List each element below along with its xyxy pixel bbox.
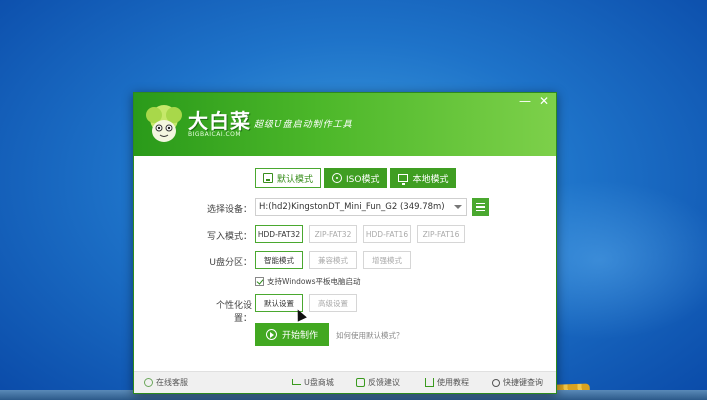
partition-enhanced-mode[interactable]: 增强模式 [363, 251, 411, 269]
menu-icon-line [476, 209, 485, 212]
tab-default-mode[interactable]: 默认模式 [255, 168, 322, 188]
book-icon [425, 378, 434, 387]
chevron-down-icon [454, 205, 462, 209]
partition-label: U盘分区： [209, 258, 252, 268]
tab-iso-mode-label: ISO模式 [346, 174, 380, 185]
search-icon [492, 378, 500, 387]
footer-bar: 在线客服 U盘商城 反馈建议 使用教程 快捷键查询 [134, 371, 556, 393]
device-select-value: H:(hd2)KingstonDT_Mini_Fun_G2 (349.78m) [259, 202, 445, 212]
online-service-link[interactable]: 在线客服 [144, 377, 188, 388]
app-window: 大白菜 BIGBAICAI.COM 超级U盘启动制作工具 — ✕ 默认模式 IS… [133, 92, 557, 394]
cart-icon [292, 378, 301, 385]
start-button[interactable]: 开始制作 [255, 323, 329, 346]
checkbox-checked-icon[interactable] [255, 277, 264, 286]
menu-icon [476, 202, 485, 205]
personalize-advanced[interactable]: 高级设置 [309, 294, 357, 312]
write-mode-hdd-fat32[interactable]: HDD-FAT32 [255, 225, 303, 243]
partition-smart-mode[interactable]: 智能模式 [255, 251, 303, 269]
tab-local-mode[interactable]: 本地模式 [390, 168, 457, 188]
shortcut-label: 快捷键查询 [503, 378, 543, 387]
device-select[interactable]: H:(hd2)KingstonDT_Mini_Fun_G2 (349.78m) [255, 198, 467, 216]
cabbage-mascot-logo [146, 105, 182, 142]
tab-iso-mode[interactable]: ISO模式 [324, 168, 388, 188]
write-mode-zip-fat32[interactable]: ZIP-FAT32 [309, 225, 357, 243]
device-menu-button[interactable] [472, 198, 489, 216]
online-service-icon [144, 378, 153, 387]
write-mode-label: 写入模式： [206, 232, 252, 242]
tutorial-link[interactable]: 使用教程 [425, 377, 469, 388]
computer-icon [398, 174, 409, 185]
device-label: 选择设备： [206, 205, 252, 215]
windows-tablet-boot-option[interactable]: 支持Windows平板电脑启动 [255, 276, 360, 287]
tutorial-label: 使用教程 [437, 378, 469, 387]
mode-tabs: 默认模式 ISO模式 本地模式 [255, 168, 457, 188]
windows-tablet-boot-label: 支持Windows平板电脑启动 [267, 277, 361, 286]
feedback-icon [356, 378, 365, 387]
feedback-link[interactable]: 反馈建议 [356, 377, 400, 388]
menu-icon-line [476, 206, 485, 208]
play-icon [265, 329, 277, 340]
cd-icon [332, 173, 343, 183]
title-bar[interactable]: 大白菜 BIGBAICAI.COM 超级U盘启动制作工具 — ✕ [134, 93, 556, 156]
online-service-label: 在线客服 [156, 378, 188, 387]
mouse-cursor-icon [293, 307, 307, 322]
write-mode-hdd-fat16[interactable]: HDD-FAT16 [363, 225, 411, 243]
brand-title: 大白菜 [188, 109, 251, 133]
partition-compat-mode[interactable]: 兼容模式 [309, 251, 357, 269]
brand-slogan: 超级U盘启动制作工具 [254, 120, 353, 130]
tab-default-mode-label: 默认模式 [277, 174, 314, 185]
usb-disk-icon [263, 173, 273, 183]
start-button-label: 开始制作 [281, 331, 318, 341]
write-mode-zip-fat16[interactable]: ZIP-FAT16 [417, 225, 465, 243]
minimize-button[interactable]: — [516, 93, 534, 109]
shortcut-link[interactable]: 快捷键查询 [492, 377, 543, 388]
brand-domain: BIGBAICAI.COM [188, 131, 242, 138]
help-link[interactable]: 如何使用默认模式？ [336, 330, 404, 341]
shop-link[interactable]: U盘商城 [292, 377, 334, 388]
feedback-label: 反馈建议 [368, 378, 400, 387]
close-button[interactable]: ✕ [535, 93, 553, 109]
tab-local-mode-label: 本地模式 [412, 174, 449, 185]
personalize-label: 个性化设置： [215, 301, 252, 324]
shop-label: U盘商城 [304, 378, 334, 387]
